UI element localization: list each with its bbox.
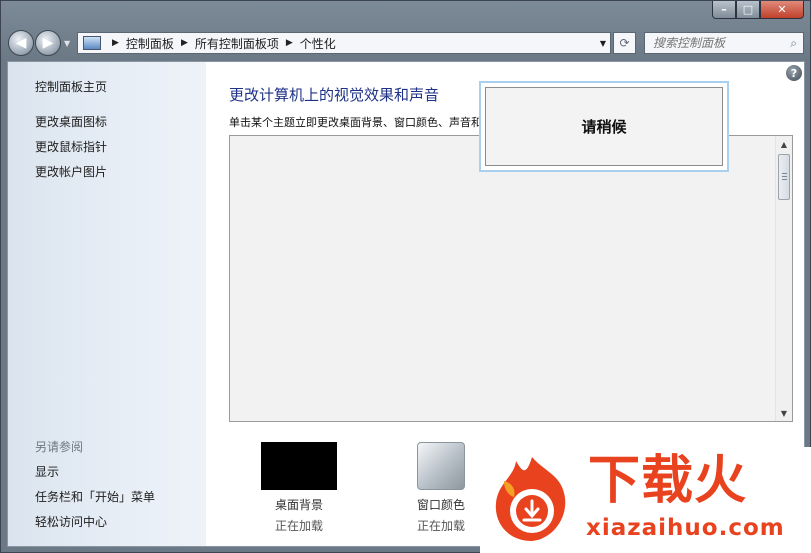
maximize-button[interactable]: □ (736, 1, 760, 19)
grip-line (782, 176, 787, 177)
search-box[interactable]: ⌕ (644, 32, 804, 54)
desktop-background-item[interactable]: 桌面背景 正在加载 (261, 442, 337, 534)
scroll-thumb[interactable] (778, 154, 790, 200)
sidebar-link-account-picture[interactable]: 更改帐户图片 (35, 163, 107, 180)
recent-pages-dropdown[interactable]: ▼ (64, 39, 70, 48)
please-wait-message: 请稍候 (485, 87, 723, 166)
refresh-icon: ⟳ (619, 36, 630, 50)
window-color-status: 正在加载 (416, 519, 465, 533)
watermark: 下载火 xiazaihuo.com (480, 447, 811, 553)
close-button[interactable]: ✕ (760, 1, 804, 19)
sidebar-link-home[interactable]: 控制面板主页 (35, 78, 107, 95)
minimize-button[interactable]: – (712, 1, 736, 19)
forward-button[interactable]: ▶ (35, 30, 61, 56)
navigation-bar: ◀ ▶ ▼ ▶ 控制面板 ▶ 所有控制面板项 ▶ 个性化 ▼ ⟳ ⌕ (1, 27, 811, 59)
theme-list[interactable]: ▲ ▼ (229, 135, 793, 422)
window-color-item[interactable]: 窗口颜色 正在加载 (406, 442, 476, 534)
sidebar-link-ease-of-access[interactable]: 轻松访问中心 (35, 513, 107, 530)
arrow-left-icon: ◀ (15, 35, 27, 51)
back-button[interactable]: ◀ (8, 30, 34, 56)
desktop-background-thumbnail[interactable] (261, 442, 337, 490)
please-wait-dialog: 请稍候 (479, 81, 729, 172)
desktop-background-label[interactable]: 桌面背景 (261, 496, 337, 513)
flame-logo-icon (495, 457, 566, 541)
caption-buttons: – □ ✕ (712, 1, 804, 19)
chevron-right-icon[interactable]: ▶ (112, 38, 119, 48)
vertical-scrollbar[interactable]: ▲ ▼ (775, 136, 792, 421)
watermark-domain: xiazaihuo.com (586, 515, 785, 541)
watermark-title: 下载火 (588, 451, 748, 511)
scroll-down-icon[interactable]: ▼ (776, 405, 792, 421)
breadcrumb-control-panel[interactable]: 控制面板 (126, 35, 174, 52)
help-icon[interactable]: ? (786, 65, 802, 81)
refresh-button[interactable]: ⟳ (613, 32, 636, 54)
window-color-thumbnail[interactable] (417, 442, 465, 490)
chevron-right-icon[interactable]: ▶ (181, 38, 188, 48)
page-description: 单击某个主题立即更改桌面背景、窗口颜色、声音和屏幕保护程序。 (229, 116, 489, 129)
chevron-down-icon[interactable]: ▼ (600, 39, 606, 48)
page-title: 更改计算机上的视觉效果和声音 (229, 86, 440, 104)
sidebar-link-mouse-pointer[interactable]: 更改鼠标指针 (35, 138, 107, 155)
desktop-background-status: 正在加载 (274, 519, 323, 533)
sidebar-link-taskbar-start[interactable]: 任务栏和「开始」菜单 (35, 488, 155, 505)
scroll-up-icon[interactable]: ▲ (776, 136, 792, 152)
address-bar[interactable]: ▶ 控制面板 ▶ 所有控制面板项 ▶ 个性化 ▼ (77, 32, 611, 54)
breadcrumb-all-items[interactable]: 所有控制面板项 (195, 35, 279, 52)
sidebar: 控制面板主页 更改桌面图标 更改鼠标指针 更改帐户图片 另请参阅 显示 任务栏和… (8, 62, 206, 546)
breadcrumb-personalization[interactable]: 个性化 (300, 35, 336, 52)
control-panel-icon (83, 36, 101, 50)
window-color-label[interactable]: 窗口颜色 (406, 496, 476, 513)
search-input[interactable] (645, 33, 775, 53)
sidebar-link-desktop-icons[interactable]: 更改桌面图标 (35, 113, 107, 130)
grip-line (782, 173, 787, 174)
grip-line (782, 179, 787, 180)
chevron-right-icon[interactable]: ▶ (286, 38, 293, 48)
arrow-right-icon: ▶ (42, 35, 54, 51)
search-icon[interactable]: ⌕ (790, 36, 797, 51)
see-also-heading: 另请参阅 (35, 440, 84, 454)
sidebar-link-display[interactable]: 显示 (35, 463, 59, 480)
